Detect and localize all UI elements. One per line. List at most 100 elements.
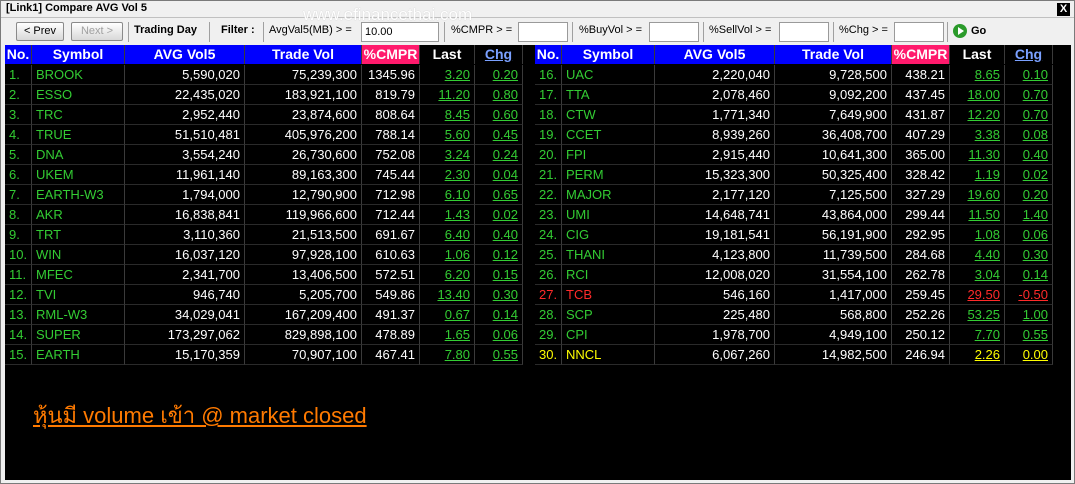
header-col-no-left[interactable]: No. [5,45,32,64]
last-cell[interactable]: 3.24 [420,145,475,165]
chg-cell[interactable]: 0.45 [475,125,523,145]
symbol-cell[interactable]: ESSO [32,85,125,105]
sellvol-filter-input[interactable] [779,22,829,42]
last-cell[interactable]: 5.60 [420,125,475,145]
last-cell[interactable]: 0.67 [420,305,475,325]
chg-cell[interactable]: 0.08 [1005,125,1053,145]
trading-day-label[interactable]: Trading Day [134,24,197,36]
last-cell[interactable]: 4.40 [950,245,1005,265]
header-col-no-right[interactable]: No. [535,45,562,64]
chg-cell[interactable]: 0.80 [475,85,523,105]
header-col-chg-right[interactable]: Chg [1005,45,1053,64]
chg-cell[interactable]: 0.02 [475,205,523,225]
symbol-cell[interactable]: EARTH-W3 [32,185,125,205]
last-cell[interactable]: 11.30 [950,145,1005,165]
last-cell[interactable]: 3.38 [950,125,1005,145]
last-cell[interactable]: 8.45 [420,105,475,125]
symbol-cell[interactable]: CPI [562,325,655,345]
chg-cell[interactable]: 0.24 [475,145,523,165]
symbol-cell[interactable]: CCET [562,125,655,145]
header-col-chg-left[interactable]: Chg [475,45,523,64]
chg-cell[interactable]: 0.55 [1005,325,1053,345]
symbol-cell[interactable]: RML-W3 [32,305,125,325]
last-cell[interactable]: 2.30 [420,165,475,185]
last-cell[interactable]: 13.40 [420,285,475,305]
chg-cell[interactable]: 1.00 [1005,305,1053,325]
chg-cell[interactable]: 0.40 [1005,145,1053,165]
chg-filter-input[interactable] [894,22,944,42]
header-col-symbol-left[interactable]: Symbol [32,45,125,64]
header-col-trade-vol-right[interactable]: Trade Vol [775,45,892,64]
next-button[interactable]: Next > [71,22,123,41]
symbol-cell[interactable]: WIN [32,245,125,265]
symbol-cell[interactable]: TVI [32,285,125,305]
chg-cell[interactable]: 0.12 [475,245,523,265]
symbol-cell[interactable]: UMI [562,205,655,225]
buyvol-filter-input[interactable] [649,22,699,42]
symbol-cell[interactable]: RCI [562,265,655,285]
header-col-cmpr-left[interactable]: %CMPR [362,45,420,64]
last-cell[interactable]: 1.19 [950,165,1005,185]
header-col-avg-vol5-left[interactable]: AVG Vol5 [125,45,245,64]
symbol-cell[interactable]: TRT [32,225,125,245]
go-button[interactable]: Go [951,22,991,42]
symbol-cell[interactable]: NNCL [562,345,655,365]
symbol-cell[interactable]: AKR [32,205,125,225]
chg-cell[interactable]: 0.30 [1005,245,1053,265]
last-cell[interactable]: 1.06 [420,245,475,265]
symbol-cell[interactable]: MAJOR [562,185,655,205]
last-cell[interactable]: 3.20 [420,65,475,85]
symbol-cell[interactable]: SUPER [32,325,125,345]
chg-cell[interactable]: 0.14 [475,305,523,325]
symbol-cell[interactable]: DNA [32,145,125,165]
chg-cell[interactable]: 0.02 [1005,165,1053,185]
cmpr-filter-input[interactable] [518,22,568,42]
header-col-last-left[interactable]: Last [420,45,475,64]
symbol-cell[interactable]: SCP [562,305,655,325]
chg-cell[interactable]: 0.65 [475,185,523,205]
last-cell[interactable]: 1.08 [950,225,1005,245]
last-cell[interactable]: 7.80 [420,345,475,365]
last-cell[interactable]: 7.70 [950,325,1005,345]
last-cell[interactable]: 8.65 [950,65,1005,85]
chg-cell[interactable]: 0.60 [475,105,523,125]
last-cell[interactable]: 1.65 [420,325,475,345]
chg-cell[interactable]: 0.30 [475,285,523,305]
symbol-cell[interactable]: UKEM [32,165,125,185]
chg-cell[interactable]: 0.70 [1005,105,1053,125]
header-col-cmpr-right[interactable]: %CMPR [892,45,950,64]
chg-cell[interactable]: 0.10 [1005,65,1053,85]
header-col-trade-vol-left[interactable]: Trade Vol [245,45,362,64]
chg-cell[interactable]: 0.70 [1005,85,1053,105]
last-cell[interactable]: 6.20 [420,265,475,285]
last-cell[interactable]: 6.40 [420,225,475,245]
symbol-cell[interactable]: TTA [562,85,655,105]
chg-cell[interactable]: 0.06 [475,325,523,345]
avgval-input[interactable] [361,22,439,42]
chg-cell[interactable]: 0.06 [1005,225,1053,245]
symbol-cell[interactable]: PERM [562,165,655,185]
close-icon[interactable]: X [1057,3,1070,16]
symbol-cell[interactable]: CIG [562,225,655,245]
symbol-cell[interactable]: FPI [562,145,655,165]
chg-cell[interactable]: 0.20 [1005,185,1053,205]
symbol-cell[interactable]: UAC [562,65,655,85]
header-col-symbol-right[interactable]: Symbol [562,45,655,64]
last-cell[interactable]: 19.60 [950,185,1005,205]
chg-cell[interactable]: 0.20 [475,65,523,85]
last-cell[interactable]: 1.43 [420,205,475,225]
chg-cell[interactable]: 0.40 [475,225,523,245]
symbol-cell[interactable]: TRUE [32,125,125,145]
chg-cell[interactable]: 0.00 [1005,345,1053,365]
symbol-cell[interactable]: BROOK [32,65,125,85]
symbol-cell[interactable]: CTW [562,105,655,125]
chg-cell[interactable]: 1.40 [1005,205,1053,225]
symbol-cell[interactable]: TCB [562,285,655,305]
last-cell[interactable]: 6.10 [420,185,475,205]
symbol-cell[interactable]: EARTH [32,345,125,365]
last-cell[interactable]: 11.20 [420,85,475,105]
header-col-avg-vol5-right[interactable]: AVG Vol5 [655,45,775,64]
symbol-cell[interactable]: THANI [562,245,655,265]
last-cell[interactable]: 53.25 [950,305,1005,325]
last-cell[interactable]: 2.26 [950,345,1005,365]
